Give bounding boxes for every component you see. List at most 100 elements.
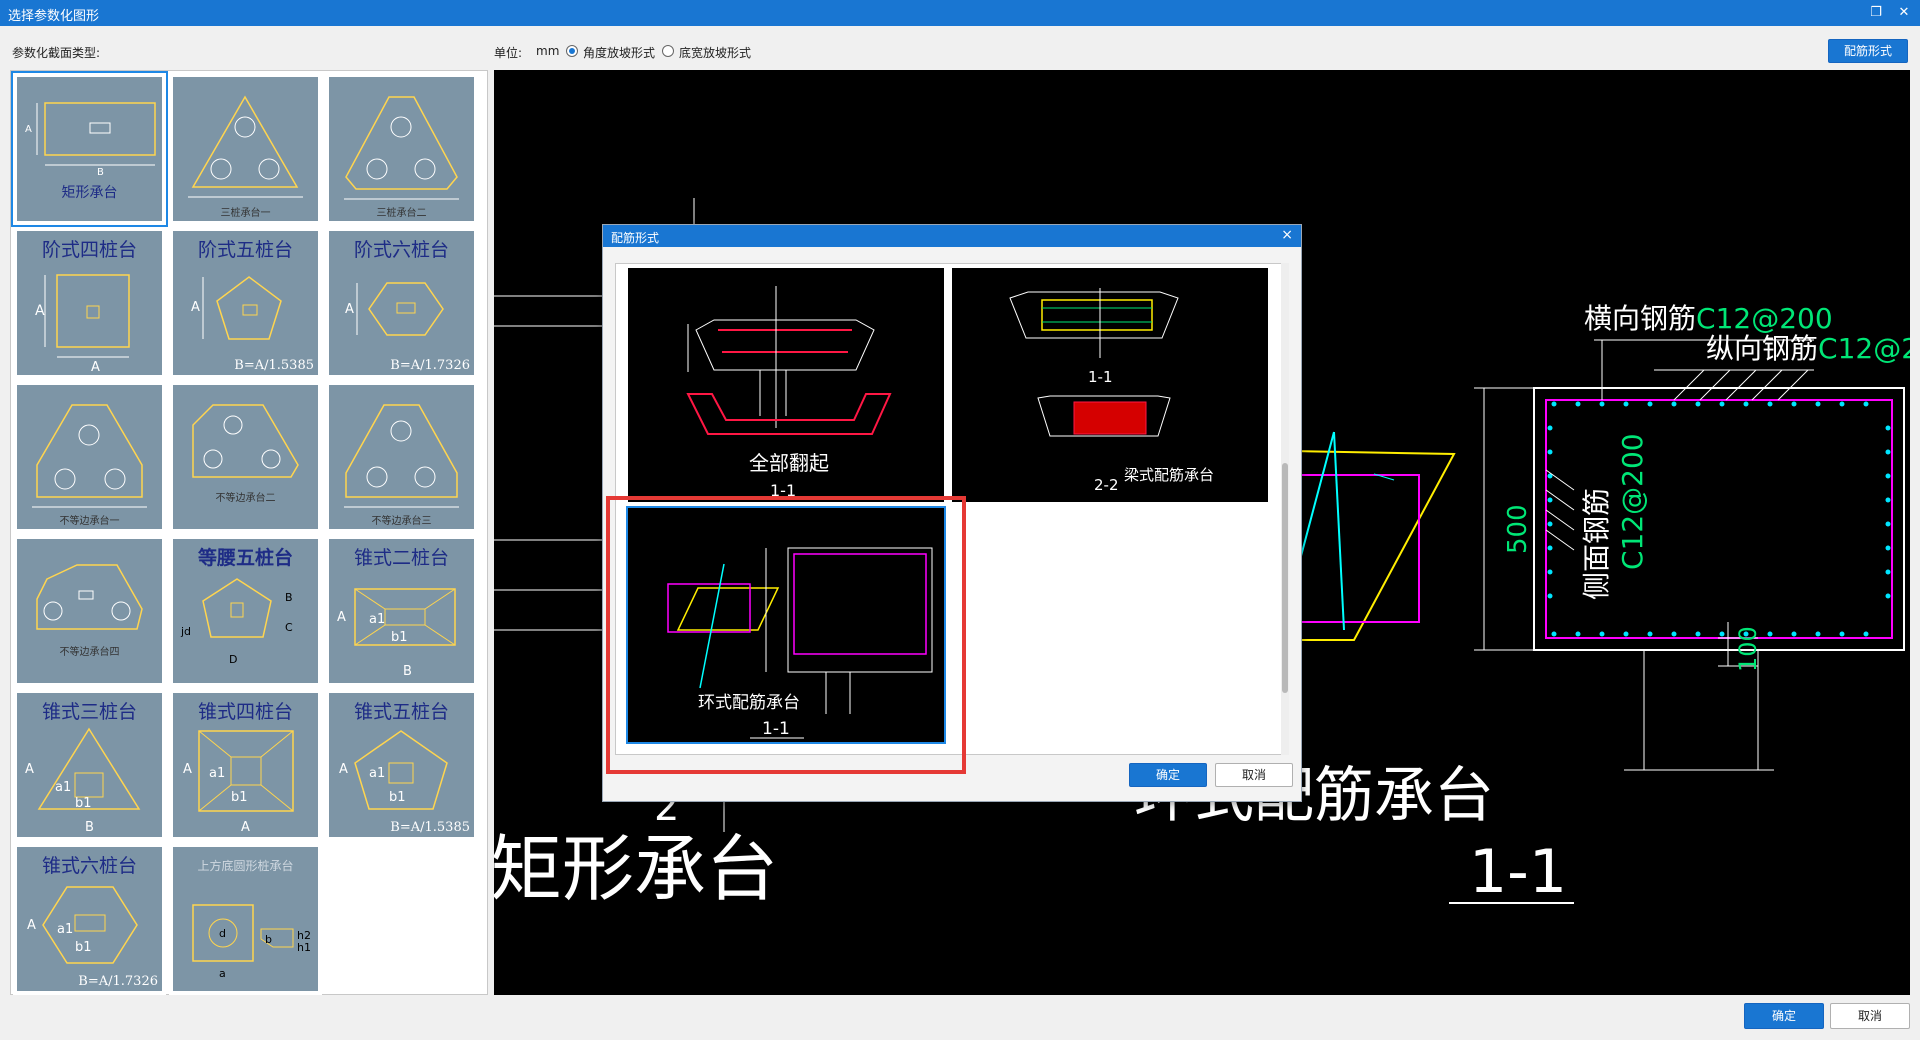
shape-step-five-pile[interactable]: 阶式五桩台 A B=A/1.5385 bbox=[169, 227, 322, 379]
shape-three-pile-2-drawing bbox=[344, 96, 459, 200]
svg-text:b1: b1 bbox=[231, 790, 248, 805]
option-beam-type[interactable]: 1-1 2-2 梁式配筋承台 bbox=[952, 268, 1268, 502]
rebar-form-button[interactable]: 配筋形式 bbox=[1828, 39, 1908, 63]
cancel-button[interactable]: 取消 bbox=[1830, 1003, 1910, 1029]
svg-text:B: B bbox=[85, 820, 94, 835]
shape-cone-six-pile-drawing: Aa1 b1 bbox=[27, 886, 138, 964]
rebar-dot bbox=[1647, 401, 1653, 407]
rebar-dot bbox=[1743, 401, 1749, 407]
shape-unequal-1[interactable]: 不等边承台一 bbox=[13, 381, 166, 533]
svg-text:b: b bbox=[265, 933, 272, 946]
shape-unequal-2[interactable]: 不等边承台二 bbox=[169, 381, 322, 533]
rebar-dot bbox=[1815, 631, 1821, 637]
svg-text:d: d bbox=[219, 927, 226, 940]
rebar-dot bbox=[1885, 545, 1891, 551]
shape-square-top-round-drawing: db h2h1 a bbox=[192, 904, 311, 980]
units-value: mm bbox=[536, 44, 560, 58]
shape-step-six-pile[interactable]: 阶式六桩台 A B=A/1.7326 bbox=[325, 227, 478, 379]
window-title: 选择参数化图形 bbox=[8, 9, 100, 24]
shape-cone-six-pile[interactable]: 锥式六桩台 Aa1 b1 B=A/1.7326 bbox=[13, 843, 166, 995]
svg-text:A: A bbox=[25, 762, 34, 777]
shape-unequal-4[interactable]: 不等边承台四 bbox=[13, 535, 166, 687]
radio-bottom-width-slope-label[interactable]: 底宽放坡形式 bbox=[679, 44, 751, 61]
option-beam-type-drawing: 1-1 2-2 梁式配筋承台 bbox=[1009, 288, 1214, 494]
preview-section-label: 1-1 bbox=[1469, 837, 1567, 907]
side-rebar-label: 侧面钢筋 bbox=[1580, 488, 1613, 600]
rebar-dot bbox=[1719, 401, 1725, 407]
rebar-dot bbox=[1547, 545, 1553, 551]
rebar-dot bbox=[1885, 497, 1891, 503]
shape-cone-five-pile[interactable]: 锥式五桩台 Aa1 b1 B=A/1.5385 bbox=[325, 689, 478, 841]
restore-icon[interactable]: ❐ bbox=[1866, 3, 1886, 23]
rebar-dot bbox=[1885, 473, 1891, 479]
shape-grid[interactable]: AB 矩形承台 三桩承台一 三桩承台二 阶式四桩台 A A 阶式五桩台 A B=… bbox=[10, 70, 488, 995]
dialog-scrollbar[interactable] bbox=[1281, 263, 1289, 755]
shape-cone-four-pile[interactable]: 锥式四桩台 Aa1 b1 A bbox=[169, 689, 322, 841]
shape-cone-two-pile[interactable]: 锥式二桩台 Aa1 b1 B bbox=[325, 535, 478, 687]
svg-text:A: A bbox=[183, 762, 192, 777]
shape-name: 不等边承台四 bbox=[59, 647, 120, 658]
rebar-dot bbox=[1671, 631, 1677, 637]
shape-isosceles-five-pile[interactable]: 等腰五桩台 BC jd D bbox=[169, 535, 322, 687]
transverse-rebar-label: 横向钢筋C12@200 bbox=[1584, 302, 1833, 335]
shape-formula: B=A/1.5385 bbox=[234, 358, 314, 373]
shape-unequal-1-drawing bbox=[32, 404, 147, 508]
shape-rectangular-cap[interactable]: A B 矩形承台 bbox=[11, 71, 168, 227]
option-section-1: 1-1 bbox=[1088, 368, 1113, 386]
section-type-label: 参数化截面类型: bbox=[12, 46, 101, 60]
shape-cone-three-pile[interactable]: 锥式三桩台 Aa1 b1 B bbox=[13, 689, 166, 841]
svg-text:B: B bbox=[97, 167, 104, 178]
radio-bottom-width-slope[interactable] bbox=[662, 45, 674, 57]
shape-name: 不等边承台二 bbox=[215, 493, 276, 504]
rebar-dot bbox=[1647, 631, 1653, 637]
dim-100: 100 bbox=[1734, 626, 1762, 672]
option-section-2: 2-2 bbox=[1094, 476, 1119, 494]
rebar-dot bbox=[1767, 631, 1773, 637]
svg-text:b1: b1 bbox=[391, 630, 408, 645]
rebar-dot bbox=[1551, 631, 1557, 637]
shape-three-pile-1[interactable]: 三桩承台一 bbox=[169, 73, 322, 225]
rebar-dot bbox=[1839, 631, 1845, 637]
dialog-ok-button[interactable]: 确定 bbox=[1129, 763, 1207, 787]
dialog-close-icon[interactable]: × bbox=[1281, 227, 1293, 243]
rebar-dot bbox=[1885, 425, 1891, 431]
svg-text:D: D bbox=[229, 653, 237, 666]
svg-text:jd: jd bbox=[180, 625, 191, 638]
rebar-dot bbox=[1719, 631, 1725, 637]
radio-angle-slope-label[interactable]: 角度放坡形式 bbox=[583, 44, 655, 61]
shape-name: 不等边承台一 bbox=[59, 516, 120, 527]
svg-text:b1: b1 bbox=[75, 940, 92, 955]
dialog-cancel-button[interactable]: 取消 bbox=[1215, 763, 1293, 787]
rebar-dot bbox=[1551, 401, 1557, 407]
rebar-dot bbox=[1695, 401, 1701, 407]
shape-unequal-2-drawing bbox=[192, 404, 299, 478]
scrollbar-thumb[interactable] bbox=[1282, 463, 1288, 693]
radio-angle-slope[interactable] bbox=[566, 45, 578, 57]
shape-unequal-4-drawing bbox=[36, 564, 143, 630]
rebar-dot bbox=[1599, 631, 1605, 637]
shape-three-pile-2[interactable]: 三桩承台二 bbox=[325, 73, 478, 225]
rebar-dot bbox=[1815, 401, 1821, 407]
rebar-dot bbox=[1547, 521, 1553, 527]
rebar-dot bbox=[1863, 631, 1869, 637]
rebar-dot bbox=[1863, 401, 1869, 407]
shape-cone-five-pile-drawing: Aa1 b1 bbox=[339, 730, 448, 810]
rebar-dot bbox=[1575, 631, 1581, 637]
rebar-dot bbox=[1791, 401, 1797, 407]
rebar-dot bbox=[1767, 401, 1773, 407]
close-icon[interactable]: ✕ bbox=[1894, 3, 1914, 23]
shape-isosceles-five-pile-drawing: B C jd D bbox=[180, 578, 293, 666]
shape-three-pile-1-drawing bbox=[188, 95, 303, 198]
shape-step-four-pile[interactable]: 阶式四桩台 AA bbox=[13, 227, 166, 379]
rebar-dot bbox=[1599, 401, 1605, 407]
rebar-dot bbox=[1623, 401, 1629, 407]
highlight-box bbox=[606, 496, 966, 774]
shape-square-top-round-cap[interactable]: 上方底圆形桩承台 db h2 h1 a bbox=[169, 843, 322, 995]
shape-unequal-3[interactable]: 不等边承台三 bbox=[325, 381, 478, 533]
option-caption: 全部翻起 bbox=[749, 451, 829, 475]
rebar-dot bbox=[1547, 497, 1553, 503]
shape-name: 不等边承台三 bbox=[371, 516, 432, 527]
option-all-bent-up[interactable]: 全部翻起 1-1 bbox=[628, 268, 944, 502]
rebar-dot bbox=[1547, 425, 1553, 431]
ok-button[interactable]: 确定 bbox=[1744, 1003, 1824, 1029]
